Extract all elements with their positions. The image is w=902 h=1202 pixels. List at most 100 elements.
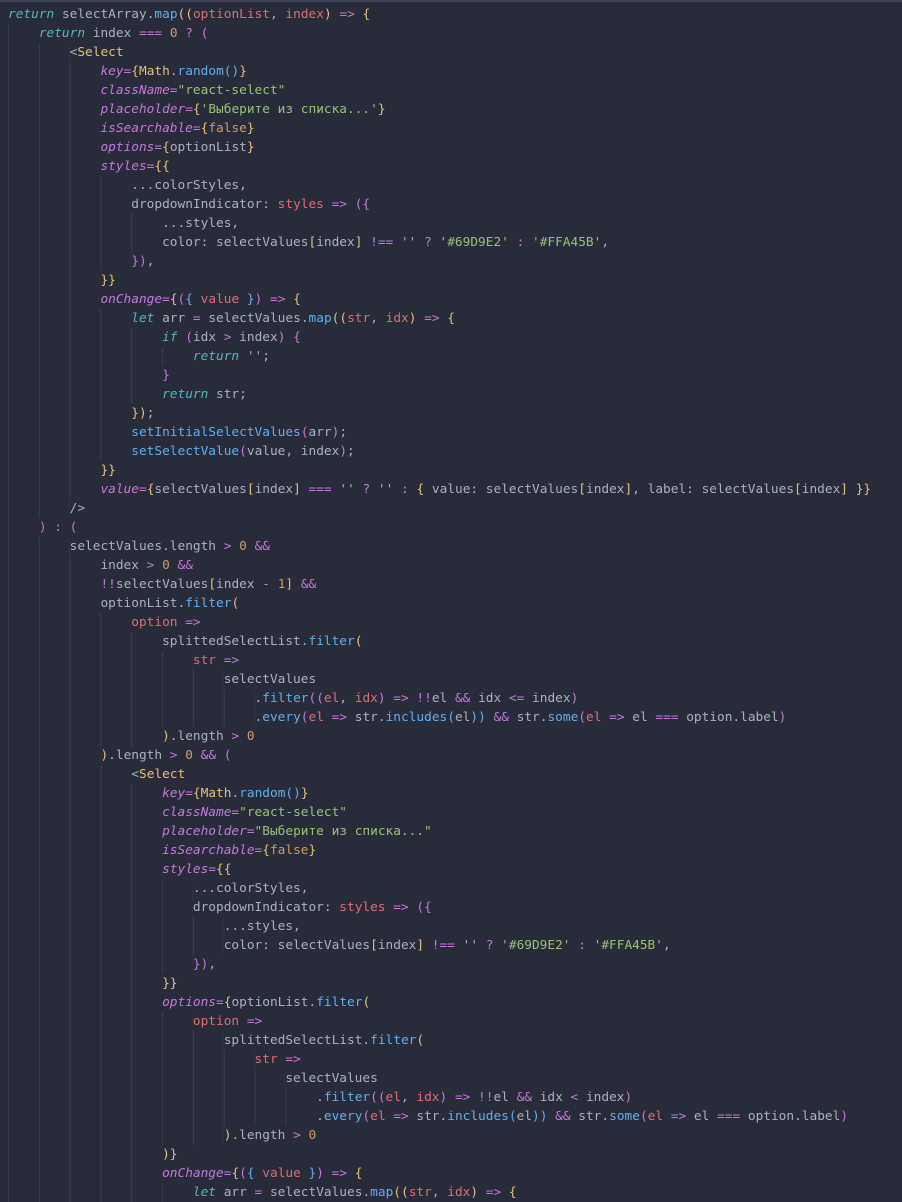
code-line[interactable]: setSelectValue(value, index); bbox=[8, 442, 902, 461]
code-line[interactable]: let arr = selectValues.map((str, idx) =>… bbox=[8, 1183, 902, 1202]
code-token: value, index bbox=[246, 444, 340, 459]
code-line[interactable]: .every(el => str.includes(el)) && str.so… bbox=[8, 1107, 902, 1126]
code-line[interactable]: className="react-select" bbox=[8, 81, 902, 100]
code-line[interactable]: }} bbox=[8, 974, 902, 993]
code-editor[interactable]: return selectArray.map((optionList, inde… bbox=[0, 0, 902, 1202]
code-token: && bbox=[547, 1109, 579, 1124]
code-token: el bbox=[308, 710, 324, 725]
code-area[interactable]: return selectArray.map((optionList, inde… bbox=[0, 2, 902, 1202]
code-line[interactable]: return str; bbox=[8, 385, 902, 404]
code-line[interactable]: selectValues bbox=[8, 670, 902, 689]
code-line[interactable]: /> bbox=[8, 499, 902, 518]
code-line[interactable]: ...styles, bbox=[8, 214, 902, 233]
code-token: = bbox=[185, 786, 193, 801]
code-line[interactable]: options={optionList.filter( bbox=[8, 993, 902, 1012]
code-token: option bbox=[192, 1014, 240, 1029]
code-token: idx bbox=[447, 1185, 471, 1200]
code-line[interactable]: setInitialSelectValues(arr); bbox=[8, 423, 902, 442]
code-line[interactable]: str => bbox=[8, 1050, 902, 1069]
code-line[interactable]: onChange={({ value }) => { bbox=[8, 290, 902, 309]
code-line[interactable]: isSearchable={false} bbox=[8, 119, 902, 138]
code-line[interactable]: styles={{ bbox=[8, 860, 902, 879]
code-line[interactable]: }), bbox=[8, 955, 902, 974]
code-token: . bbox=[362, 1185, 371, 1200]
code-line[interactable]: placeholder={'Выберите из списка...'} bbox=[8, 100, 902, 119]
code-line[interactable]: ).length > 0 && ( bbox=[8, 746, 902, 765]
code-line[interactable]: value={selectValues[index] === '' ? '' :… bbox=[8, 480, 902, 499]
code-line[interactable]: optionList.filter( bbox=[8, 594, 902, 613]
code-line[interactable]: dropdownIndicator: styles => ({ bbox=[8, 898, 902, 917]
code-line[interactable]: isSearchable={false} bbox=[8, 841, 902, 860]
code-line[interactable]: color: selectValues[index] !== '' ? '#69… bbox=[8, 936, 902, 955]
code-token: === bbox=[131, 26, 170, 41]
code-line[interactable]: return selectArray.map((optionList, inde… bbox=[8, 5, 902, 24]
code-token: false bbox=[269, 843, 309, 858]
code-token: el bbox=[693, 1109, 710, 1124]
code-line[interactable]: options={optionList} bbox=[8, 138, 902, 157]
code-token: (( bbox=[177, 7, 193, 22]
code-token: = bbox=[154, 140, 163, 155]
code-line[interactable]: ).length > 0 bbox=[8, 727, 902, 746]
code-line[interactable]: .filter((el, idx) => !!el && idx <= inde… bbox=[8, 689, 902, 708]
code-line[interactable]: key={Math.random()} bbox=[8, 784, 902, 803]
code-line[interactable]: index > 0 && bbox=[8, 556, 902, 575]
code-token: = bbox=[162, 292, 170, 307]
code-line[interactable]: ...colorStyles, bbox=[8, 176, 902, 195]
code-line[interactable]: }), bbox=[8, 252, 902, 271]
code-token: filter bbox=[323, 1090, 371, 1105]
code-token: map bbox=[370, 1185, 394, 1200]
code-line[interactable]: let arr = selectValues.map((str, idx) =>… bbox=[8, 309, 902, 328]
code-token: idx bbox=[385, 311, 409, 326]
code-token: { bbox=[162, 140, 170, 155]
code-line[interactable]: }} bbox=[8, 461, 902, 480]
code-line[interactable]: return index === 0 ? ( bbox=[8, 24, 902, 43]
code-line[interactable]: placeholder="Выберите из списка..." bbox=[8, 822, 902, 841]
code-token: str bbox=[578, 1109, 602, 1124]
code-line[interactable]: splittedSelectList.filter( bbox=[8, 632, 902, 651]
code-line[interactable]: }); bbox=[8, 404, 902, 423]
code-line[interactable]: .every(el => str.includes(el)) && str.so… bbox=[8, 708, 902, 727]
code-line[interactable]: return ''; bbox=[8, 347, 902, 366]
indent-guides bbox=[8, 290, 101, 309]
code-line[interactable]: .filter((el, idx) => !!el && idx < index… bbox=[8, 1088, 902, 1107]
code-line[interactable]: ).length > 0 bbox=[8, 1126, 902, 1145]
code-line[interactable]: if (idx > index) { bbox=[8, 328, 902, 347]
code-line[interactable]: ...colorStyles, bbox=[8, 879, 902, 898]
indent-guides bbox=[8, 632, 163, 651]
code-token: !== bbox=[362, 235, 401, 250]
indent-guides bbox=[8, 480, 101, 499]
code-line[interactable]: }} bbox=[8, 271, 902, 290]
code-token: && bbox=[192, 748, 224, 763]
code-line[interactable]: styles={{ bbox=[8, 157, 902, 176]
code-line[interactable]: ) : ( bbox=[8, 518, 902, 537]
code-token: ) bbox=[377, 691, 386, 706]
code-token: . bbox=[300, 311, 309, 326]
code-token: !== bbox=[424, 938, 463, 953]
indent-guides bbox=[8, 765, 132, 784]
code-line[interactable]: dropdownIndicator: styles => ({ bbox=[8, 195, 902, 214]
code-line[interactable]: color: selectValues[index] !== '' ? '#69… bbox=[8, 233, 902, 252]
code-line[interactable]: !!selectValues[index - 1] && bbox=[8, 575, 902, 594]
code-line[interactable]: onChange={({ value }) => { bbox=[8, 1164, 902, 1183]
code-token: "Выберите из списка..." bbox=[254, 824, 432, 839]
code-line[interactable]: key={Math.random()} bbox=[8, 62, 902, 81]
code-token: }} bbox=[855, 482, 872, 497]
code-token: = bbox=[216, 995, 224, 1010]
code-line[interactable]: splittedSelectList.filter( bbox=[8, 1031, 902, 1050]
code-line[interactable]: option => bbox=[8, 1012, 902, 1031]
code-line[interactable]: <Select bbox=[8, 43, 902, 62]
code-line[interactable]: <Select bbox=[8, 765, 902, 784]
code-token: = bbox=[185, 102, 193, 117]
code-line[interactable]: selectValues bbox=[8, 1069, 902, 1088]
code-line[interactable]: selectValues.length > 0 && bbox=[8, 537, 902, 556]
code-line[interactable]: option => bbox=[8, 613, 902, 632]
code-line[interactable]: str => bbox=[8, 651, 902, 670]
code-token: el bbox=[647, 1109, 664, 1124]
code-line[interactable]: className="react-select" bbox=[8, 803, 902, 822]
code-token: ({ bbox=[416, 900, 432, 915]
indent-guides bbox=[8, 423, 132, 442]
code-line[interactable]: } bbox=[8, 366, 902, 385]
code-line[interactable]: ...styles, bbox=[8, 917, 902, 936]
indent-guides bbox=[8, 518, 39, 537]
code-line[interactable]: )} bbox=[8, 1145, 902, 1164]
